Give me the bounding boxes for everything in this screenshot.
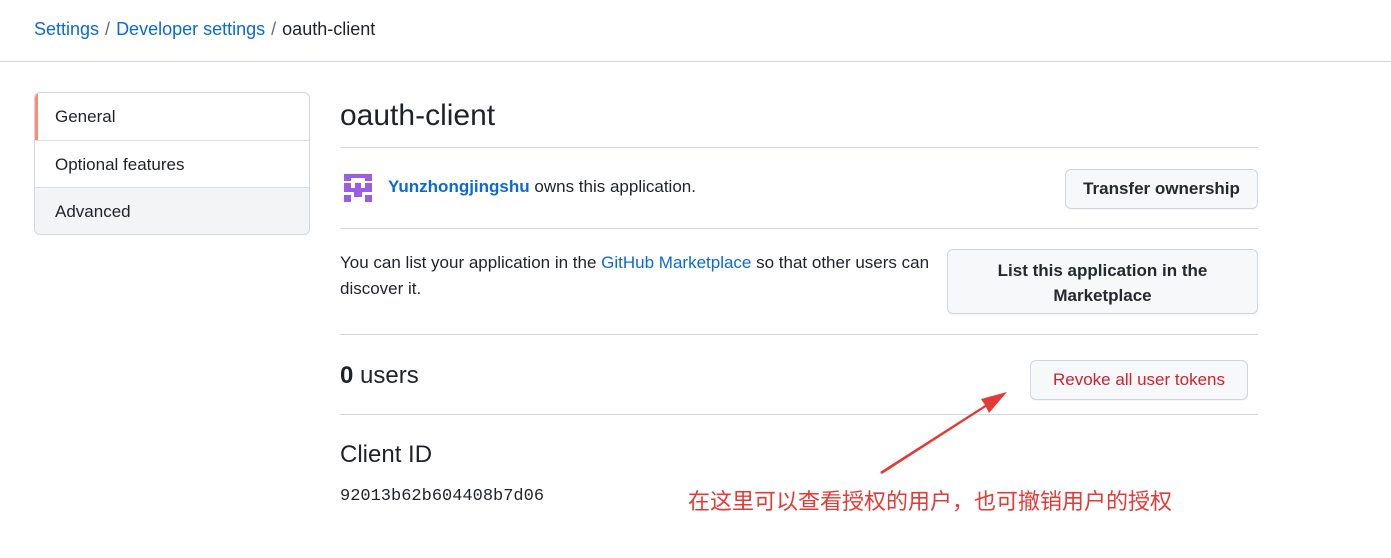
sidebar-item-label: Optional features: [55, 155, 185, 174]
sidebar-item-general[interactable]: General: [35, 93, 309, 140]
breadcrumb-separator: /: [105, 19, 111, 39]
list-in-marketplace-button[interactable]: List this application in the Marketplace: [947, 249, 1258, 314]
title-divider: [340, 147, 1258, 148]
header-divider: [0, 61, 1391, 62]
client-id-value: 92013b62b604408b7d06: [340, 487, 545, 506]
owner-suffix: owns this application.: [529, 177, 696, 196]
breadcrumb: Settings / Developer settings / oauth-client: [34, 17, 375, 41]
sidebar-item-label: Advanced: [55, 202, 131, 221]
page-title: oauth-client: [340, 99, 496, 132]
revoke-all-user-tokens-button[interactable]: Revoke all user tokens: [1030, 360, 1248, 400]
github-marketplace-link[interactable]: GitHub Marketplace: [601, 253, 751, 272]
marketplace-text-before: You can list your application in the: [340, 253, 602, 272]
annotation-note: 在这里可以查看授权的用户，也可撤销用户的授权: [688, 490, 1173, 515]
client-id-heading: Client ID: [340, 441, 433, 468]
breadcrumb-developer-settings-link[interactable]: Developer settings: [116, 19, 265, 39]
owner-statement: Yunzhongjingshu owns this application.: [388, 175, 696, 199]
owner-link[interactable]: Yunzhongjingshu: [388, 177, 530, 196]
marketplace-description: You can list your application in the Git…: [340, 250, 950, 302]
marketplace-divider: [340, 334, 1258, 335]
transfer-ownership-button[interactable]: Transfer ownership: [1065, 169, 1258, 209]
breadcrumb-settings-link[interactable]: Settings: [34, 19, 99, 39]
users-count-number: 0: [340, 362, 354, 389]
sidebar-item-advanced[interactable]: Advanced: [35, 187, 309, 234]
sidebar-nav: General Optional features Advanced: [34, 92, 310, 235]
identicon-avatar-icon[interactable]: [340, 170, 376, 206]
users-divider: [340, 414, 1258, 415]
breadcrumb-separator: /: [271, 19, 277, 39]
sidebar-item-label: General: [55, 107, 116, 126]
users-count-label: users: [353, 362, 419, 389]
owner-divider: [340, 228, 1258, 229]
users-count: 0 users: [340, 361, 419, 391]
sidebar-item-optional-features[interactable]: Optional features: [35, 140, 309, 187]
breadcrumb-current: oauth-client: [282, 19, 376, 39]
